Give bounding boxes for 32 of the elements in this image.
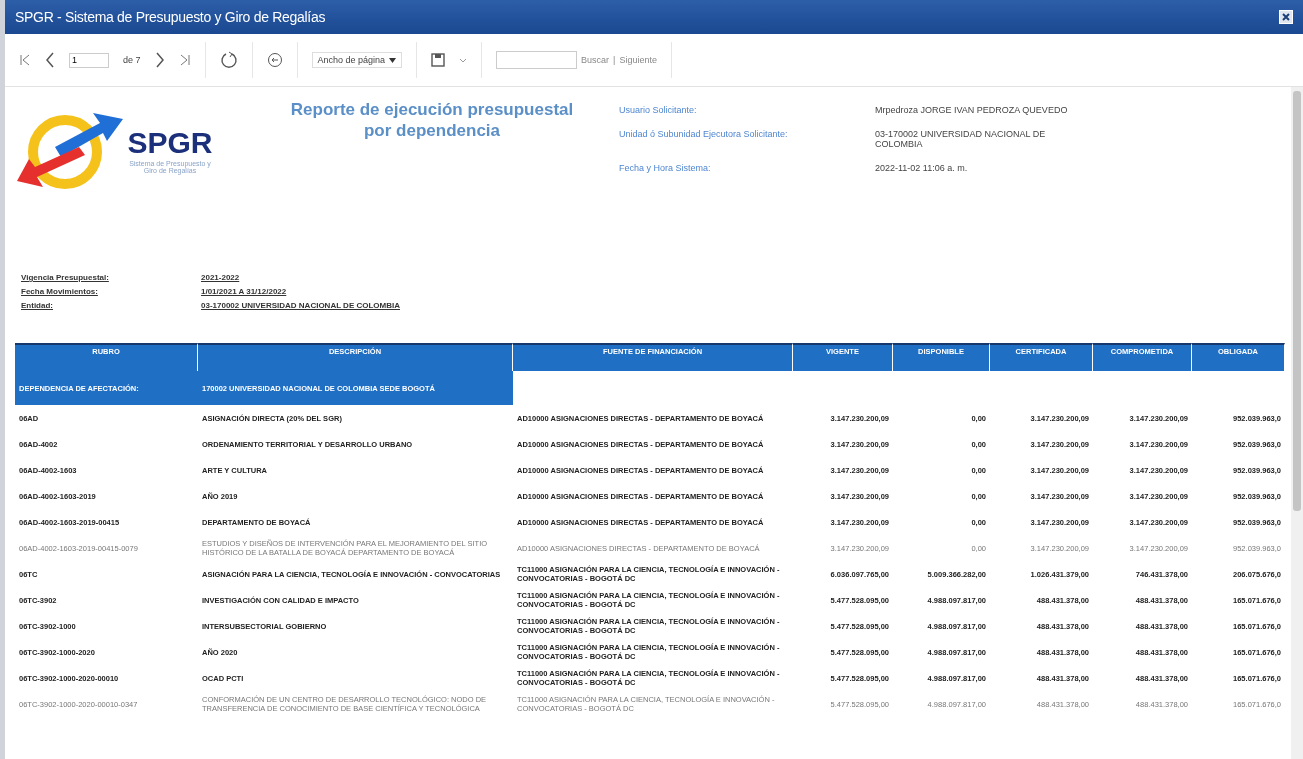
window-title: SPGR - Sistema de Presupuesto y Giro de Regalías xyxy=(15,9,326,25)
back-icon[interactable] xyxy=(266,52,283,68)
info-label: Unidad ó Subunidad Ejecutora Solicitante: xyxy=(619,129,789,141)
zoom-dropdown[interactable]: Ancho de página xyxy=(311,52,403,68)
parameter-value: 1/01/2021 A 31/12/2022 xyxy=(201,287,288,296)
info-label: Fecha y Hora Sistema: xyxy=(619,163,712,173)
parameter-label: Vigencia Presupuestal: xyxy=(21,273,110,282)
page-number-field[interactable]: 1 xyxy=(69,52,109,68)
parameter-label: Entidad: xyxy=(21,301,54,310)
previous-page-icon[interactable] xyxy=(45,52,55,68)
search-field[interactable] xyxy=(496,51,578,69)
info-value: Mrpedroza JORGE IVAN PEDROZA QUEVEDO xyxy=(875,105,1069,115)
find-link[interactable]: Buscar xyxy=(581,55,610,65)
refresh-icon[interactable] xyxy=(219,51,238,69)
logo-wordmark: SPGR xyxy=(127,126,213,160)
save-icon[interactable] xyxy=(431,53,446,67)
info-label: Usuario Solicitante: xyxy=(619,105,698,115)
parameter-label: Fecha Movimientos: xyxy=(21,287,99,296)
close-icon[interactable] xyxy=(1279,10,1293,24)
first-page-icon[interactable] xyxy=(19,54,31,66)
scrollbar[interactable] xyxy=(1291,87,1303,759)
last-page-icon[interactable] xyxy=(178,54,191,66)
next-page-icon[interactable] xyxy=(154,52,165,68)
parameter-value: 2021-2022 xyxy=(201,273,241,282)
info-value: 03-170002 UNIVERSIDAD NACIONAL DE COLOMBIA xyxy=(875,129,1047,149)
find-link[interactable]: | xyxy=(613,55,616,65)
page-count: de 7 xyxy=(123,55,141,65)
find-link[interactable]: Siguiente xyxy=(619,55,657,65)
parameter-value: 03-170002 UNIVERSIDAD NACIONAL DE COLOMBIA xyxy=(201,301,401,310)
info-value: 2022-11-02 11:06 a. m. xyxy=(875,163,969,173)
report-title: Reporte de ejecución presupuestal por dependencia xyxy=(289,99,575,142)
caret-icon[interactable] xyxy=(389,57,397,63)
